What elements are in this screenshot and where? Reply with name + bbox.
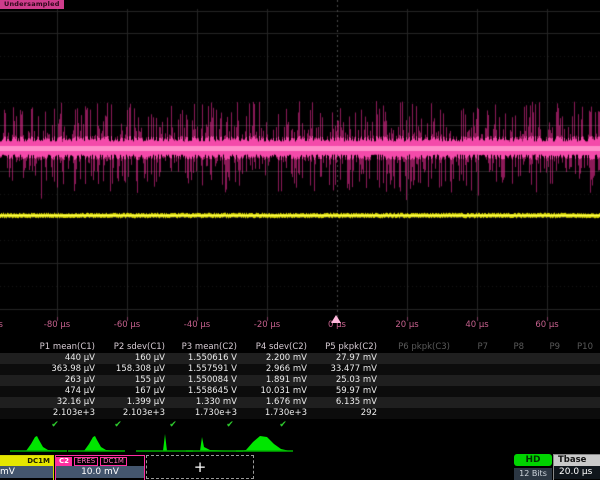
time-axis-label: -100 µs <box>0 320 3 330</box>
time-axis-label: 40 µs <box>465 320 488 330</box>
measure-histicon[interactable] <box>186 432 243 452</box>
channel-c2-descriptor[interactable]: C2 ERES DC1M 10.0 mV <box>55 455 145 480</box>
measure-value: 33.477 mV <box>287 364 377 375</box>
measure-row: 440 µV160 µV1.550616 V2.200 mV27.97 mV <box>0 353 600 364</box>
waveform-display[interactable] <box>0 0 600 336</box>
measure-status-check: ✔ <box>51 420 59 430</box>
measure-value: 292 <box>287 408 377 419</box>
add-trace-button[interactable]: + <box>146 455 254 479</box>
timebase-title: Tbase <box>554 455 600 466</box>
time-axis-label: -60 µs <box>114 320 140 330</box>
measure-header-p11[interactable]: P11 <box>550 342 600 353</box>
c2-channel-badge: C2 <box>56 457 72 466</box>
oscilloscope-screen: Undersampled -100 µs -80 µs -60 µs -40 µs -2… <box>0 0 600 480</box>
measure-status-check: ✔ <box>114 420 122 430</box>
measure-value: 27.97 mV <box>287 353 377 364</box>
time-axis-label: 20 µs <box>395 320 418 330</box>
measure-row: 363.98 µV158.308 µV1.557591 V2.966 mV33.… <box>0 364 600 375</box>
timebase-per-div: 20.0 µs <box>554 466 600 479</box>
trigger-position-marker[interactable] <box>331 315 341 323</box>
measure-status-check: ✔ <box>279 420 287 430</box>
c1-volts-per-div: 10.0 mV <box>0 466 53 478</box>
measure-status-check: ✔ <box>226 420 234 430</box>
measure-row: 2.103e+32.103e+31.730e+31.730e+3292 <box>0 408 600 419</box>
resolution-bits-label: 12 Bits <box>514 468 552 480</box>
measure-value: 59.97 mV <box>287 386 377 397</box>
measure-value: 6.135 mV <box>287 397 377 408</box>
time-axis-label: -40 µs <box>184 320 210 330</box>
c2-eres-label: ERES <box>74 457 98 466</box>
time-axis-label: -20 µs <box>254 320 280 330</box>
measure-histicon[interactable] <box>236 432 293 452</box>
measure-histicon[interactable] <box>68 432 125 452</box>
measure-histicon[interactable] <box>10 432 67 452</box>
measure-histicon[interactable] <box>136 432 193 452</box>
measure-row: 32.16 µV1.399 µV1.330 mV1.676 mV6.135 mV <box>0 397 600 408</box>
timebase-descriptor[interactable]: Tbase 20.0 µs <box>553 454 600 480</box>
measure-row: 474 µV167 µV1.558645 V10.031 mV59.97 mV <box>0 386 600 397</box>
measure-row: 263 µV155 µV1.550084 V1.891 mV25.03 mV <box>0 375 600 386</box>
c2-volts-per-div: 10.0 mV <box>56 466 144 478</box>
measure-status-check: ✔ <box>169 420 177 430</box>
c2-coupling-label: DC1M <box>100 457 127 466</box>
measure-value: 25.03 mV <box>287 375 377 386</box>
channel-c1-descriptor[interactable]: DC1M 10.0 mV <box>0 455 54 480</box>
c1-coupling-label: DC1M <box>27 456 50 466</box>
time-axis-label: 60 µs <box>535 320 558 330</box>
status-badge: Undersampled <box>0 0 64 9</box>
time-axis-label: -80 µs <box>44 320 70 330</box>
hd-mode-badge[interactable]: HD <box>514 454 552 466</box>
